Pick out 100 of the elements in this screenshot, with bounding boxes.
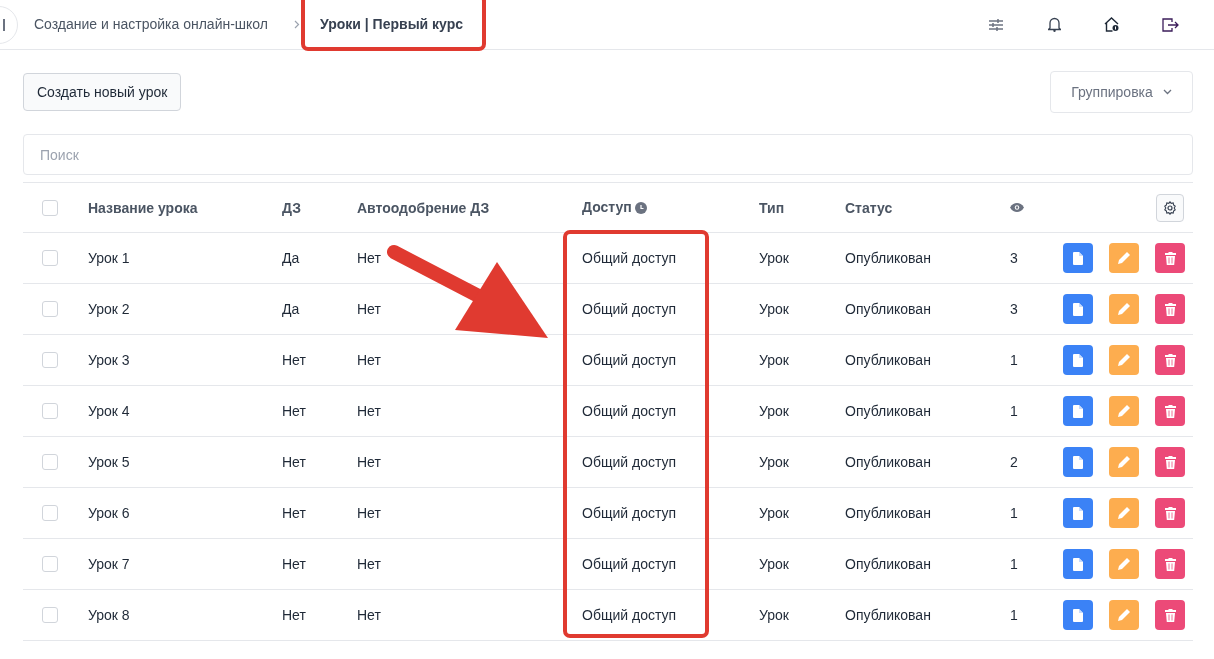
- view-button[interactable]: [1063, 600, 1093, 630]
- delete-button[interactable]: [1155, 600, 1185, 630]
- table-cell: Опубликован: [845, 352, 931, 368]
- table-cell: Урок: [759, 556, 789, 572]
- table-cell: Нет: [282, 454, 306, 470]
- table-cell: Нет: [357, 250, 381, 266]
- edit-button[interactable]: [1109, 600, 1139, 630]
- document-icon: [1073, 404, 1083, 418]
- edit-button[interactable]: [1109, 549, 1139, 579]
- lesson-name: Урок 7: [88, 556, 130, 572]
- view-button[interactable]: [1063, 243, 1093, 273]
- lesson-name: Урок 1: [88, 250, 130, 266]
- table-cell: Урок: [759, 607, 789, 623]
- table-cell: Опубликован: [845, 607, 931, 623]
- view-count: 1: [1010, 403, 1018, 419]
- pencil-icon: [1117, 455, 1131, 469]
- pencil-icon: [1117, 353, 1131, 367]
- checkbox[interactable]: [42, 352, 58, 368]
- pencil-icon: [1117, 302, 1131, 316]
- view-button[interactable]: [1063, 294, 1093, 324]
- document-icon: [1073, 608, 1083, 622]
- column-header: Статус: [845, 199, 893, 216]
- table-cell: Общий доступ: [582, 352, 677, 368]
- delete-button[interactable]: [1155, 294, 1185, 324]
- checkbox[interactable]: [42, 454, 58, 470]
- table-cell: Общий доступ: [582, 301, 677, 317]
- column-header: Тип: [759, 199, 785, 216]
- checkbox[interactable]: [42, 556, 58, 572]
- lesson-name: Урок 2: [88, 301, 130, 317]
- checkbox[interactable]: [42, 403, 58, 419]
- table-cell: Общий доступ: [582, 403, 677, 419]
- table-cell: Нет: [357, 607, 381, 623]
- trash-icon: [1164, 608, 1176, 622]
- checkbox[interactable]: [42, 250, 58, 266]
- trash-icon: [1164, 353, 1176, 367]
- house-icon: [1104, 17, 1120, 32]
- table-cell: Опубликован: [845, 505, 931, 521]
- table-cell: Нет: [357, 454, 381, 470]
- edit-button[interactable]: [1109, 396, 1139, 426]
- checkbox[interactable]: [42, 607, 58, 623]
- document-icon: [1073, 302, 1083, 316]
- edit-button[interactable]: [1109, 294, 1139, 324]
- edit-button[interactable]: [1109, 243, 1139, 273]
- view-count: 1: [1010, 607, 1018, 623]
- settings-icon: [1163, 200, 1177, 215]
- delete-button[interactable]: [1155, 447, 1185, 477]
- eye-icon: [1010, 203, 1024, 212]
- pencil-icon: [1117, 506, 1131, 520]
- checkbox[interactable]: [42, 301, 58, 317]
- table-cell: Да: [282, 250, 300, 266]
- table-settings-button[interactable]: [1156, 193, 1184, 222]
- view-button[interactable]: [1063, 396, 1093, 426]
- trash-icon: [1164, 251, 1176, 265]
- pencil-icon: [1117, 608, 1131, 622]
- pencil-icon: [1117, 557, 1131, 571]
- table-cell: Урок: [759, 505, 789, 521]
- table-cell: Нет: [357, 556, 381, 572]
- view-button[interactable]: [1063, 345, 1093, 375]
- lesson-name: Урок 5: [88, 454, 130, 470]
- table-cell: Общий доступ: [582, 505, 677, 521]
- delete-button[interactable]: [1155, 396, 1185, 426]
- document-icon: [1073, 455, 1083, 469]
- delete-button[interactable]: [1155, 345, 1185, 375]
- create-lesson-button[interactable]: Создать новый урок: [23, 73, 182, 111]
- table-cell: Урок: [759, 454, 789, 470]
- table-cell: Общий доступ: [582, 454, 677, 470]
- grouping-dropdown[interactable]: Группировка: [1050, 71, 1193, 113]
- view-button[interactable]: [1063, 498, 1093, 528]
- lesson-name: Урок 6: [88, 505, 130, 521]
- column-header: Название урока: [88, 199, 198, 216]
- delete-button[interactable]: [1155, 243, 1185, 273]
- edit-button[interactable]: [1109, 447, 1139, 477]
- table-cell: Нет: [357, 301, 381, 317]
- edit-button[interactable]: [1109, 345, 1139, 375]
- delete-button[interactable]: [1155, 498, 1185, 528]
- logout-icon: [1161, 17, 1179, 32]
- lesson-name: Урок 4: [88, 403, 130, 419]
- table-cell: Общий доступ: [582, 556, 677, 572]
- table-cell: Опубликован: [845, 454, 931, 470]
- document-icon: [1073, 557, 1083, 571]
- trash-icon: [1164, 506, 1176, 520]
- checkbox[interactable]: [42, 505, 58, 521]
- delete-button[interactable]: [1155, 549, 1185, 579]
- edit-button[interactable]: [1109, 498, 1139, 528]
- document-icon: [1073, 353, 1083, 367]
- table-cell: Урок: [759, 352, 789, 368]
- view-button[interactable]: [1063, 549, 1093, 579]
- breadcrumb-link[interactable]: Создание и настройка онлайн-школ: [34, 14, 269, 35]
- table-cell: Нет: [357, 505, 381, 521]
- chevron-right-icon: [294, 20, 301, 29]
- table-cell: Урок: [759, 301, 789, 317]
- view-button[interactable]: [1063, 447, 1093, 477]
- view-count: 3: [1010, 301, 1018, 317]
- table-cell: Общий доступ: [582, 607, 677, 623]
- pencil-icon: [1117, 404, 1131, 418]
- breadcrumb-current: Уроки | Первый курс: [320, 15, 464, 34]
- checkbox[interactable]: [42, 199, 58, 216]
- view-count: 1: [1010, 352, 1018, 368]
- table-cell: Нет: [282, 607, 306, 623]
- search-field[interactable]: Поиск: [23, 134, 1193, 175]
